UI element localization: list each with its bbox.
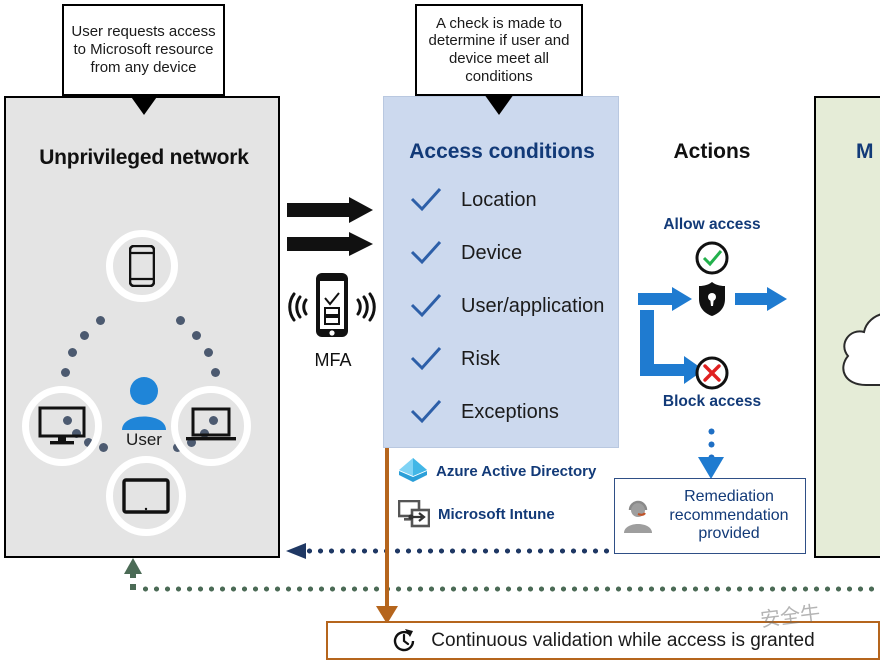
navy-return-dotted-line <box>304 548 614 554</box>
check-icon <box>410 240 442 265</box>
support-agent-icon <box>624 500 652 533</box>
continuous-validation-line <box>385 448 389 614</box>
microsoft-intune-icon <box>398 500 430 528</box>
tablet-device-icon <box>122 478 170 514</box>
condition-row-risk: Risk <box>409 346 500 372</box>
continuous-validation-text: Continuous validation while access is gr… <box>431 629 815 651</box>
phone-device-icon <box>129 245 155 287</box>
actions-title: Actions <box>673 140 751 163</box>
mfa-label: MFA <box>314 350 352 370</box>
condition-label: Device <box>461 241 523 264</box>
flow-arrow-top <box>287 197 373 228</box>
condition-label: Risk <box>461 347 500 370</box>
callout-user-request: User requests access to Microsoft resour… <box>62 4 225 96</box>
callout-check-made-tail <box>484 94 514 115</box>
device-circle-tablet <box>106 456 186 536</box>
connector-dot <box>211 368 220 377</box>
connector-dot <box>80 331 89 340</box>
connector-dot <box>61 368 70 377</box>
service-label: Azure Active Directory <box>436 462 597 480</box>
refresh-clock-icon <box>394 628 415 651</box>
service-azure-active-directory: Azure Active Directory <box>398 456 596 486</box>
managed-network-title: M <box>856 140 874 163</box>
callout-user-request-tail <box>129 94 159 115</box>
flow-arrow-bottom <box>287 232 373 261</box>
remediation-text: Remediation recommendation provided <box>669 488 789 543</box>
green-return-corner <box>130 584 136 590</box>
condition-label: Exceptions <box>461 400 559 423</box>
connector-dot <box>204 348 213 357</box>
user-avatar-icon <box>116 374 172 430</box>
access-conditions-panel: Access conditions Location Device User/a… <box>383 96 619 448</box>
navy-return-arrow-head <box>286 543 306 564</box>
mfa-signal-right-icon <box>354 292 378 327</box>
green-return-dotted-line <box>140 586 880 592</box>
connector-dot <box>176 316 185 325</box>
continuous-validation-bar: Continuous validation while access is gr… <box>326 621 880 660</box>
condition-label: User/application <box>461 294 605 317</box>
remediation-dotted-connector <box>708 425 715 459</box>
callout-user-request-text: User requests access to Microsoft resour… <box>71 23 216 76</box>
unprivileged-network-panel: Unprivileged network User <box>4 96 280 558</box>
remediation-box: Remediation recommendation provided <box>614 478 806 554</box>
laptop-device-icon <box>186 407 236 441</box>
callout-check-made-text: A check is made to determine if user and… <box>428 14 570 85</box>
desktop-device-icon <box>38 406 86 445</box>
managed-cloud-shape <box>836 290 880 400</box>
allow-access-label: Allow access <box>663 216 761 233</box>
service-microsoft-intune: Microsoft Intune <box>398 500 555 528</box>
device-circle-phone <box>106 230 178 302</box>
connector-dot <box>68 348 77 357</box>
access-conditions-title: Access conditions <box>409 140 595 163</box>
condition-row-device: Device <box>409 240 522 266</box>
unprivileged-network-title: Unprivileged network <box>39 146 249 169</box>
red-x-circle-icon <box>694 355 730 396</box>
check-icon <box>410 346 442 371</box>
condition-row-user-application: User/application <box>409 293 604 319</box>
green-check-circle-icon <box>694 240 730 281</box>
connector-dot <box>96 316 105 325</box>
mfa-signal-left-icon <box>286 292 310 327</box>
condition-label: Location <box>461 188 537 211</box>
device-circle-desktop <box>22 386 102 466</box>
callout-check-made: A check is made to determine if user and… <box>415 4 583 96</box>
check-icon <box>410 187 442 212</box>
user-label: User <box>126 430 162 449</box>
condition-row-location: Location <box>409 187 537 213</box>
connector-dot <box>192 331 201 340</box>
check-icon <box>410 293 442 318</box>
condition-row-exceptions: Exceptions <box>409 399 559 425</box>
azure-ad-icon <box>399 458 427 482</box>
blue-arrow-out <box>735 287 787 316</box>
block-access-label: Block access <box>662 393 762 410</box>
green-return-arrow-head <box>124 558 142 581</box>
mfa-phone-icon <box>312 272 352 343</box>
service-label: Microsoft Intune <box>438 505 555 523</box>
managed-network-panel: M T intern A <box>814 96 880 558</box>
check-icon <box>410 399 442 424</box>
device-circle-laptop <box>171 386 251 466</box>
